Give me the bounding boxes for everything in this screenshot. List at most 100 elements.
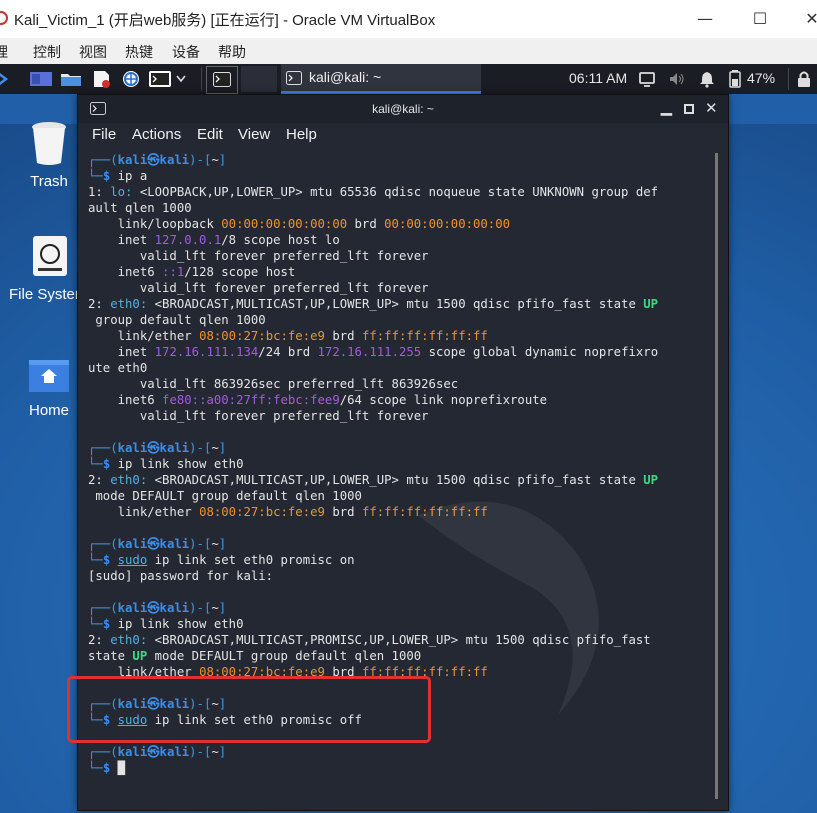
terminal-segment: /8 scope host lo — [221, 233, 340, 247]
menu-edit[interactable]: Edit — [197, 126, 223, 143]
terminal-segment: inet6 — [88, 393, 163, 407]
terminal-segment: )-[ — [189, 601, 212, 615]
display-icon[interactable] — [639, 70, 655, 88]
terminal-segment: )-[ — [189, 537, 212, 551]
terminal-segment: $ — [102, 553, 118, 567]
terminal-title: kali@kali: ~ — [372, 102, 434, 116]
terminal-segment: 08:00:27:bc:fe:e9 — [199, 329, 325, 343]
terminal-line: └─$ ip a — [88, 168, 658, 184]
menu-control[interactable]: 控制 — [33, 42, 61, 62]
terminal-line: ute eth0 — [88, 360, 658, 376]
menu-devices[interactable]: 设备 — [172, 42, 200, 62]
maximize-icon[interactable]: ☐ — [745, 6, 775, 32]
taskbar-item-label: kali@kali: ~ — [309, 69, 382, 85]
terminal-segment: └─ — [88, 617, 103, 631]
active-terminal-icon[interactable] — [206, 66, 238, 94]
terminal-segment: ~ — [211, 601, 219, 615]
terminal-segment: scope global dynamic noprefixro — [421, 345, 659, 359]
close-icon[interactable]: ✕ — [797, 6, 817, 32]
battery-icon[interactable] — [729, 70, 741, 88]
workspace-icon[interactable] — [29, 70, 53, 88]
taskbar-item-terminal[interactable]: kali@kali: ~ — [281, 64, 481, 94]
terminal-segment: UP — [132, 649, 148, 663]
minimize-icon[interactable]: — — [690, 6, 720, 32]
terminal-segment: brd — [347, 217, 385, 231]
terminal-segment: eth0: — [110, 473, 148, 487]
maximize-icon[interactable] — [684, 104, 694, 114]
terminal-segment: brd — [324, 505, 362, 519]
menu-hotkeys[interactable]: 热键 — [125, 42, 153, 62]
kali-top-panel: kali@kali: ~ 06:11 AM 47% — [0, 64, 817, 94]
terminal-segment: 2: — [88, 297, 111, 311]
terminal-segment: ip link set eth0 promisc on — [147, 553, 355, 567]
notification-icon[interactable] — [699, 70, 715, 88]
terminal-segment: $ — [102, 761, 118, 775]
terminal-segment: 08:00:27:bc:fe:e9 — [199, 505, 325, 519]
desktop-icon-trash[interactable]: Trash — [18, 119, 80, 190]
terminal-segment: <BROADCAST,MULTICAST,UP,LOWER_UP> mtu 15… — [147, 297, 644, 311]
terminal-segment: ~ — [211, 153, 219, 167]
menu-help[interactable]: 帮助 — [218, 42, 246, 62]
terminal-segment: $ — [102, 457, 118, 471]
workspace-2[interactable] — [241, 66, 277, 92]
menu-help[interactable]: Help — [286, 126, 317, 143]
volume-icon[interactable] — [668, 70, 686, 88]
terminal-segment: 1: — [88, 185, 111, 199]
terminal-segment: /24 brd — [258, 345, 318, 359]
terminal-line: └─$ █ — [88, 760, 658, 776]
terminal-menu-bar: File Actions Edit View Help — [78, 123, 728, 149]
terminal-line: 2: eth0: <BROADCAST,MULTICAST,UP,LOWER_U… — [88, 296, 658, 312]
terminal-line: valid_lft 863926sec preferred_lft 863926… — [88, 376, 658, 392]
terminal-segment: └─ — [88, 169, 103, 183]
terminal-segment: kali㉿kali — [117, 153, 190, 167]
terminal-segment: ::1 — [162, 265, 185, 279]
terminal-segment: 172.16.111.255 — [317, 345, 422, 359]
terminal-segment: link/ether — [88, 329, 200, 343]
terminal-segment: ip link show eth0 — [117, 457, 244, 471]
home-folder-icon — [29, 360, 69, 392]
browser-icon[interactable] — [120, 70, 142, 88]
terminal-segment: /128 scope host — [184, 265, 296, 279]
terminal-segment: UP — [643, 297, 659, 311]
terminal-segment: inet — [88, 233, 155, 247]
terminal-line: └─$ ip link show eth0 — [88, 456, 658, 472]
terminal-line: group default qlen 1000 — [88, 312, 658, 328]
terminal-segment: ] — [218, 153, 227, 167]
terminal-title-bar[interactable]: kali@kali: ~ ▁ ✕ — [78, 95, 728, 123]
terminal-segment: 00:00:00:00:00:00 — [384, 217, 511, 231]
terminal-segment: group default qlen 1000 — [88, 313, 266, 327]
terminal-segment: $ — [102, 169, 118, 183]
terminal-launcher-icon[interactable] — [148, 70, 188, 88]
menu-file[interactable]: File — [92, 126, 116, 143]
terminal-segment: )-[ — [189, 745, 212, 759]
menu-manage[interactable]: 理 — [0, 42, 8, 62]
terminal-scrollbar[interactable] — [715, 153, 718, 799]
terminal-line: ┌──(kali㉿kali)-[~] — [88, 440, 658, 456]
menu-view[interactable]: 视图 — [79, 42, 107, 62]
terminal-segment: brd — [324, 329, 362, 343]
terminal-line: link/loopback 00:00:00:00:00:00 brd 00:0… — [88, 216, 658, 232]
terminal-segment: 2: — [88, 633, 111, 647]
terminal-segment: ┌──( — [88, 745, 118, 759]
terminal-segment: valid_lft forever preferred_lft forever — [88, 281, 429, 295]
terminal-segment: 172.16.111.134 — [154, 345, 259, 359]
terminal-segment: lo: — [110, 185, 133, 199]
menu-actions[interactable]: Actions — [132, 126, 181, 143]
terminal-segment: fe80::a00:27ff:febc:fee9 — [162, 393, 340, 407]
terminal-segment: )-[ — [189, 441, 212, 455]
terminal-segment: ff:ff:ff:ff:ff:ff — [361, 329, 488, 343]
desktop-icon-home[interactable]: Home — [18, 356, 80, 419]
files-icon[interactable] — [60, 70, 82, 88]
kali-menu-icon[interactable] — [0, 70, 10, 88]
menu-view[interactable]: View — [238, 126, 270, 143]
terminal-segment: 127.0.0.1 — [154, 233, 222, 247]
battery-percent: 47% — [747, 70, 776, 86]
vbox-menu-bar: 理 控制 视图 热键 设备 帮助 — [0, 38, 817, 64]
minimize-icon[interactable]: ▁ — [661, 99, 672, 116]
lock-icon[interactable] — [797, 70, 811, 88]
clock[interactable]: 06:11 AM — [569, 70, 627, 86]
terminal-segment: ute eth0 — [88, 361, 148, 375]
terminal-line: ┌──(kali㉿kali)-[~] — [88, 744, 658, 760]
close-icon[interactable]: ✕ — [705, 99, 718, 117]
text-editor-icon[interactable] — [91, 70, 113, 88]
